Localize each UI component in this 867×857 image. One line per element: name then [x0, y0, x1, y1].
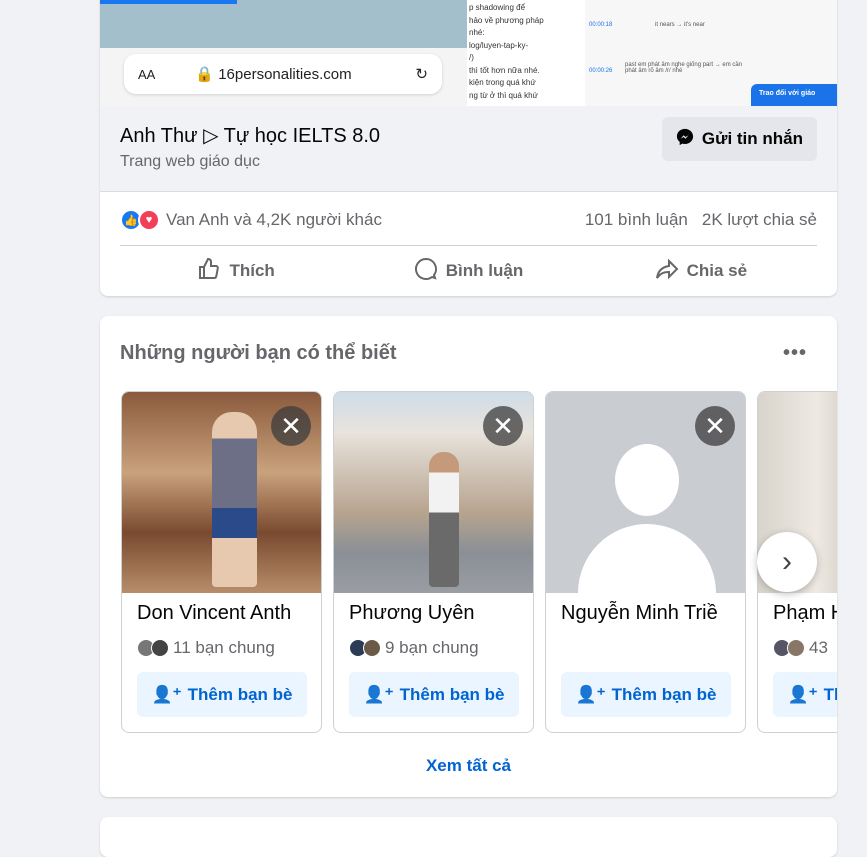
person-card[interactable]: ✕ Phương Uyên 9 bạn chung 👤⁺ Thêm bạn bè	[333, 391, 534, 733]
mutual-friends[interactable]: 43	[773, 638, 828, 658]
add-friend-button[interactable]: 👤⁺Thêm bạn bè	[137, 672, 307, 717]
mutual-friends[interactable]: 9 bạn chung	[349, 638, 479, 658]
like-label: Thích	[229, 261, 275, 280]
close-icon[interactable]: ✕	[483, 406, 523, 446]
active-indicator	[100, 0, 237, 4]
reactions-count[interactable]: Van Anh và 4,2K người khác	[166, 210, 382, 230]
browser-url-bar: AA 🔒 16personalities.com ↻	[124, 54, 442, 94]
messenger-icon	[676, 128, 694, 151]
comment-button[interactable]: Bình luận	[352, 250, 584, 292]
add-friend-icon: 👤⁺	[151, 684, 182, 704]
add-friend-label: Thêm bạn bè	[611, 684, 717, 704]
add-friend-button[interactable]: 👤⁺Thêm bạn bè	[561, 672, 731, 717]
comments-count[interactable]: 101 bình luận	[585, 210, 688, 230]
mutual-friends[interactable]: 11 bạn chung	[137, 638, 275, 658]
next-feed-card	[100, 817, 837, 857]
close-icon[interactable]: ✕	[271, 406, 311, 446]
text-line: ng từ ở thì quá khứ	[469, 90, 538, 100]
text-line: log/luyen-tap-ky-	[469, 40, 529, 50]
person-photo[interactable]: ✕	[334, 392, 533, 593]
table-blue-button: Trao đổi với giáo	[751, 84, 837, 106]
link-preview-image[interactable]: AA 🔒 16personalities.com ↻ p shadowing đ…	[100, 0, 837, 106]
link-title[interactable]: Anh Thư ▷ Tự học IELTS 8.0	[120, 123, 380, 148]
send-message-label: Gửi tin nhắn	[701, 129, 803, 148]
add-friend-icon: 👤⁺	[363, 684, 394, 704]
domain-text: 16personalities.com	[218, 66, 352, 83]
love-reaction-icon: ♥	[138, 209, 160, 231]
like-button[interactable]: Thích	[120, 250, 352, 292]
person-name[interactable]: Don Vincent Anth	[137, 602, 291, 625]
person-name[interactable]: Phương Uyên	[349, 602, 474, 625]
send-message-button[interactable]: Gửi tin nhắn	[661, 117, 817, 161]
link-subtitle: Trang web giáo dục	[120, 153, 260, 170]
mutual-count: 11 bạn chung	[173, 638, 275, 657]
person-card[interactable]: ✕ Nguyễn Minh Triề 👤⁺ Thêm bạn bè	[545, 391, 746, 733]
note-cell: past em phát âm nghe giống part → em cần…	[625, 62, 743, 74]
text-line: thì tốt hơn nữa nhé.	[469, 65, 540, 75]
next-arrow-button[interactable]: ›	[757, 532, 817, 592]
screenshot-text: p shadowing để hảo về phương pháp nhé: l…	[467, 0, 585, 106]
add-friend-icon: 👤⁺	[787, 684, 818, 704]
text-line: hảo về phương pháp	[469, 15, 544, 25]
add-friend-button[interactable]: 👤⁺ Thêm bạn bè	[773, 672, 837, 717]
see-all-link[interactable]: Xem tất cả	[100, 756, 837, 776]
add-friend-button[interactable]: 👤⁺Thêm bạn bè	[349, 672, 519, 717]
text-line: kiện trong quá khứ	[469, 78, 536, 87]
add-friend-label: Thêm bạn bè	[399, 684, 505, 704]
close-icon[interactable]: ✕	[695, 406, 735, 446]
reload-icon: ↻	[415, 66, 428, 83]
post-actions: Thích Bình luận Chia sẻ	[120, 250, 817, 292]
url-domain: 🔒 16personalities.com	[195, 66, 352, 83]
mutual-avatar	[151, 639, 169, 657]
link-info[interactable]: Anh Thư ▷ Tự học IELTS 8.0 Trang web giá…	[100, 106, 837, 192]
screenshot-browser: AA 🔒 16personalities.com ↻	[100, 0, 467, 106]
section-title: Những người bạn có thể biết	[120, 342, 397, 364]
divider	[120, 245, 817, 246]
time-cell: 00:00:18	[589, 22, 613, 28]
mutual-count: 9 bạn chung	[385, 638, 479, 657]
default-avatar[interactable]: ✕	[546, 392, 745, 614]
mutual-avatar	[363, 639, 381, 657]
text-line: nhé:	[469, 28, 485, 37]
note-cell: it nears → it's near	[655, 22, 705, 28]
text-line: p shadowing để	[469, 3, 526, 12]
screenshot-table: 00:00:18 it nears → it's near 00:00:26 p…	[585, 0, 837, 106]
chevron-right-icon: ›	[782, 545, 792, 578]
thumbs-up-icon	[197, 257, 221, 286]
share-icon	[655, 257, 679, 286]
text-size-label: AA	[138, 66, 156, 82]
shares-count[interactable]: 2K lượt chia sẻ	[702, 210, 817, 230]
person-name[interactable]: Phạm H	[773, 602, 837, 625]
mutual-avatar	[787, 639, 805, 657]
add-friend-label: Thêm bạn bè	[187, 684, 293, 704]
text-line: /)	[469, 53, 474, 62]
people-you-may-know-card: Những người bạn có thể biết ••• ✕ Don Vi…	[100, 316, 837, 797]
add-friend-label: Thêm bạn bè	[823, 684, 837, 704]
comment-label: Bình luận	[445, 261, 524, 280]
share-label: Chia sẻ	[686, 261, 748, 280]
time-cell: 00:00:26	[589, 68, 613, 74]
post-card: AA 🔒 16personalities.com ↻ p shadowing đ…	[100, 0, 837, 296]
mutual-count: 43	[809, 638, 828, 657]
person-name[interactable]: Nguyễn Minh Triề	[561, 602, 718, 625]
share-button[interactable]: Chia sẻ	[585, 250, 817, 292]
comment-icon	[414, 257, 438, 286]
more-options-icon[interactable]: •••	[783, 342, 807, 365]
person-card[interactable]: ✕ Don Vincent Anth 11 bạn chung 👤⁺ Thêm b…	[121, 391, 322, 733]
add-friend-icon: 👤⁺	[575, 684, 606, 704]
post-stats: 👍 ♥ Van Anh và 4,2K người khác 101 bình …	[120, 200, 817, 240]
reaction-icons[interactable]: 👍 ♥	[120, 209, 160, 231]
person-photo[interactable]: ✕	[122, 392, 321, 593]
